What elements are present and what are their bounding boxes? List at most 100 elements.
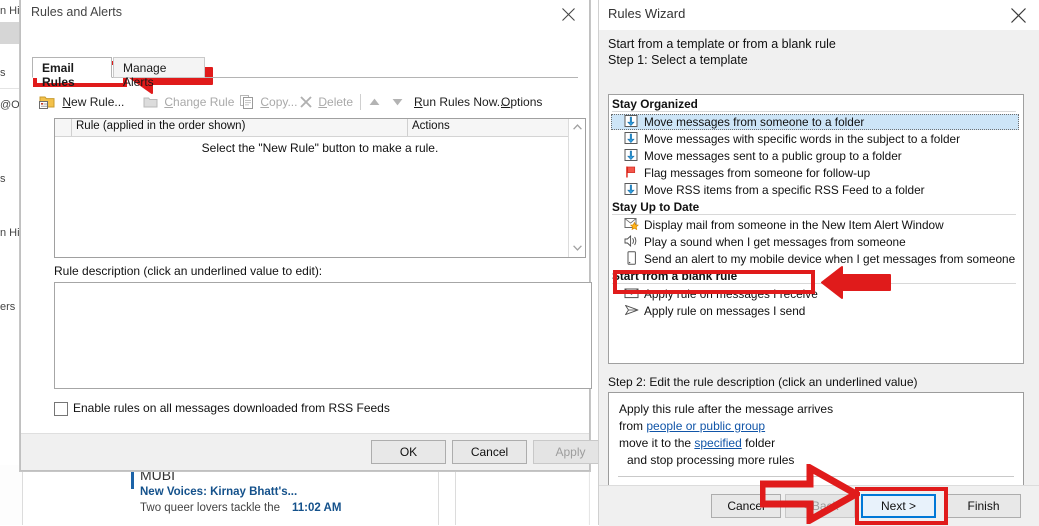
ok-button[interactable]: OK xyxy=(371,440,446,464)
red-box-next-button xyxy=(855,487,948,525)
header-divider-1 xyxy=(407,119,408,136)
template-item-label: Move RSS items from a specific RSS Feed … xyxy=(644,183,925,197)
dialog-body: Email Rules Manage Alerts New Rule... Ch… xyxy=(21,28,592,433)
template-item-label: Move messages sent to a public group to … xyxy=(644,149,902,163)
template-item-play-sound[interactable]: Play a sound when I get messages from so… xyxy=(611,234,1019,250)
folder-down-arrow-icon xyxy=(624,182,641,198)
tab-manage-alerts[interactable]: Manage Alerts xyxy=(113,57,205,89)
group-label: Stay Organized xyxy=(612,97,703,111)
delete-x-icon xyxy=(300,96,312,108)
wizard-body: Start from a template or from a blank ru… xyxy=(599,30,1039,502)
run-rules-now-button[interactable]: Run Rules Now... xyxy=(414,91,507,113)
move-rule-down-button[interactable] xyxy=(392,91,410,113)
template-item-move-rss[interactable]: Move RSS items from a specific RSS Feed … xyxy=(611,182,1019,198)
nav-row-5[interactable]: ers xyxy=(0,300,22,314)
rss-rules-checkbox[interactable] xyxy=(54,402,68,416)
rules-list-header: Rule (applied in the order shown) Action… xyxy=(55,119,585,137)
close-icon xyxy=(1011,8,1026,23)
new-rule-label-rest: ew Rule... xyxy=(71,95,125,109)
run-rules-label-rest: un Rules Now... xyxy=(422,95,507,109)
copy-button[interactable]: Copy... xyxy=(240,91,297,113)
template-item-display-new-item-alert[interactable]: Display mail from someone in the New Ite… xyxy=(611,217,1019,233)
dialog-title: Rules and Alerts xyxy=(31,5,123,19)
template-item-label: Move messages from someone to a folder xyxy=(644,115,865,129)
change-rule-accel: C xyxy=(164,95,174,109)
template-group-stay-organized: Stay Organized xyxy=(612,97,1016,112)
nav-row-2[interactable]: @O xyxy=(0,98,22,112)
options-label-rest: ptions xyxy=(510,95,543,109)
delete-label-rest: elete xyxy=(327,95,354,109)
wizard-step1-label: Step 1: Select a template xyxy=(608,53,748,67)
template-item-label: Apply rule on messages I send xyxy=(644,304,806,318)
scroll-up-button[interactable] xyxy=(569,119,585,136)
nav-row-1[interactable]: s xyxy=(0,66,22,80)
nav-divider-1 xyxy=(0,88,22,89)
template-item-apply-rule-send[interactable]: Apply rule on messages I send xyxy=(611,303,1019,319)
message-list-item[interactable]: MUBI New Voices: Kirnay Bhatt's... 11:02… xyxy=(140,466,440,516)
column-header-actions: Actions xyxy=(412,120,450,132)
template-item-label: Display mail from someone in the New Ite… xyxy=(644,218,944,232)
speaker-sound-icon xyxy=(624,234,641,250)
message-time: 11:02 AM xyxy=(292,502,342,514)
send-paper-plane-icon xyxy=(624,303,641,319)
rules-list-scrollbar[interactable] xyxy=(568,119,585,257)
move-down-arrow-icon xyxy=(392,99,403,106)
nav-row-selected[interactable] xyxy=(0,22,22,44)
wizard-step2-label: Step 2: Edit the rule description (click… xyxy=(608,375,918,389)
wizard-close-button[interactable] xyxy=(1000,0,1039,30)
people-or-public-group-link[interactable]: people or public group xyxy=(646,419,765,433)
delete-accel: D xyxy=(318,95,328,109)
close-button[interactable] xyxy=(549,0,589,28)
group-rule-line xyxy=(612,214,1016,215)
template-item-move-specific-words[interactable]: Move messages with specific words in the… xyxy=(611,131,1019,147)
scroll-down-button[interactable] xyxy=(569,240,585,257)
template-item-label: Move messages with specific words in the… xyxy=(644,132,961,146)
rule-description-box[interactable] xyxy=(54,282,592,389)
change-rule-icon xyxy=(143,97,158,108)
copy-label-rest: opy... xyxy=(269,95,298,109)
alert-window-star-icon xyxy=(624,217,641,233)
options-button[interactable]: Options xyxy=(501,91,542,113)
move-rule-up-button[interactable] xyxy=(369,91,387,113)
rules-list[interactable]: Rule (applied in the order shown) Action… xyxy=(54,118,586,258)
wizard-finish-button[interactable]: Finish xyxy=(946,494,1021,518)
run-rules-accel: R xyxy=(414,95,423,109)
rules-toolbar: New Rule... Change Rule Copy... Delete R… xyxy=(33,91,578,113)
copy-icon xyxy=(240,95,253,109)
pane-separator-mid xyxy=(438,463,439,525)
move-up-arrow-icon xyxy=(369,98,380,105)
dialog-title-bar: Rules and Alerts xyxy=(21,0,589,28)
rules-wizard-dialog: Rules Wizard Start from a template or fr… xyxy=(598,0,1039,526)
header-divider-0 xyxy=(71,119,72,136)
delete-button[interactable]: Delete xyxy=(300,91,353,113)
template-item-move-public-group[interactable]: Move messages sent to a public group to … xyxy=(611,148,1019,164)
tab-email-rules[interactable]: Email Rules xyxy=(32,57,112,89)
nav-row-0[interactable]: n Hi xyxy=(0,4,22,18)
close-icon xyxy=(562,8,575,21)
description-line-2-prefix: from xyxy=(619,419,647,433)
nav-row-3[interactable]: s xyxy=(0,172,22,186)
template-item-label: Send an alert to my mobile device when I… xyxy=(644,252,1016,266)
folder-down-arrow-icon xyxy=(624,148,641,164)
new-rule-button[interactable]: New Rule... xyxy=(39,91,124,113)
red-left-arrow-icon xyxy=(821,266,891,299)
template-item-flag-follow-up[interactable]: Flag messages from someone for follow-up xyxy=(611,165,1019,181)
new-rule-icon xyxy=(39,96,55,109)
template-item-label: Flag messages from someone for follow-up xyxy=(644,166,871,180)
template-list[interactable]: Stay Organized Move messages from someon… xyxy=(608,94,1024,364)
template-item-mobile-alert[interactable]: Send an alert to my mobile device when I… xyxy=(611,251,1019,267)
group-rule-line xyxy=(612,111,1016,112)
column-header-rule: Rule (applied in the order shown) xyxy=(76,120,246,132)
template-item-label: Play a sound when I get messages from so… xyxy=(644,235,906,249)
cancel-button[interactable]: Cancel xyxy=(452,440,527,464)
description-line-2: from people or public group xyxy=(619,419,765,433)
description-line-3: move it to the specified folder xyxy=(619,436,775,450)
red-flag-icon xyxy=(624,165,641,181)
specified-folder-link[interactable]: specified xyxy=(694,436,741,450)
nav-row-4[interactable]: n Hi xyxy=(0,226,22,240)
red-right-arrow-icon xyxy=(760,464,860,524)
group-label: Stay Up to Date xyxy=(612,200,705,214)
rules-list-empty-message: Select the "New Rule" button to make a r… xyxy=(201,141,439,155)
template-group-stay-up-to-date: Stay Up to Date xyxy=(612,200,1016,215)
template-item-move-from-someone[interactable]: Move messages from someone to a folder xyxy=(611,114,1019,130)
